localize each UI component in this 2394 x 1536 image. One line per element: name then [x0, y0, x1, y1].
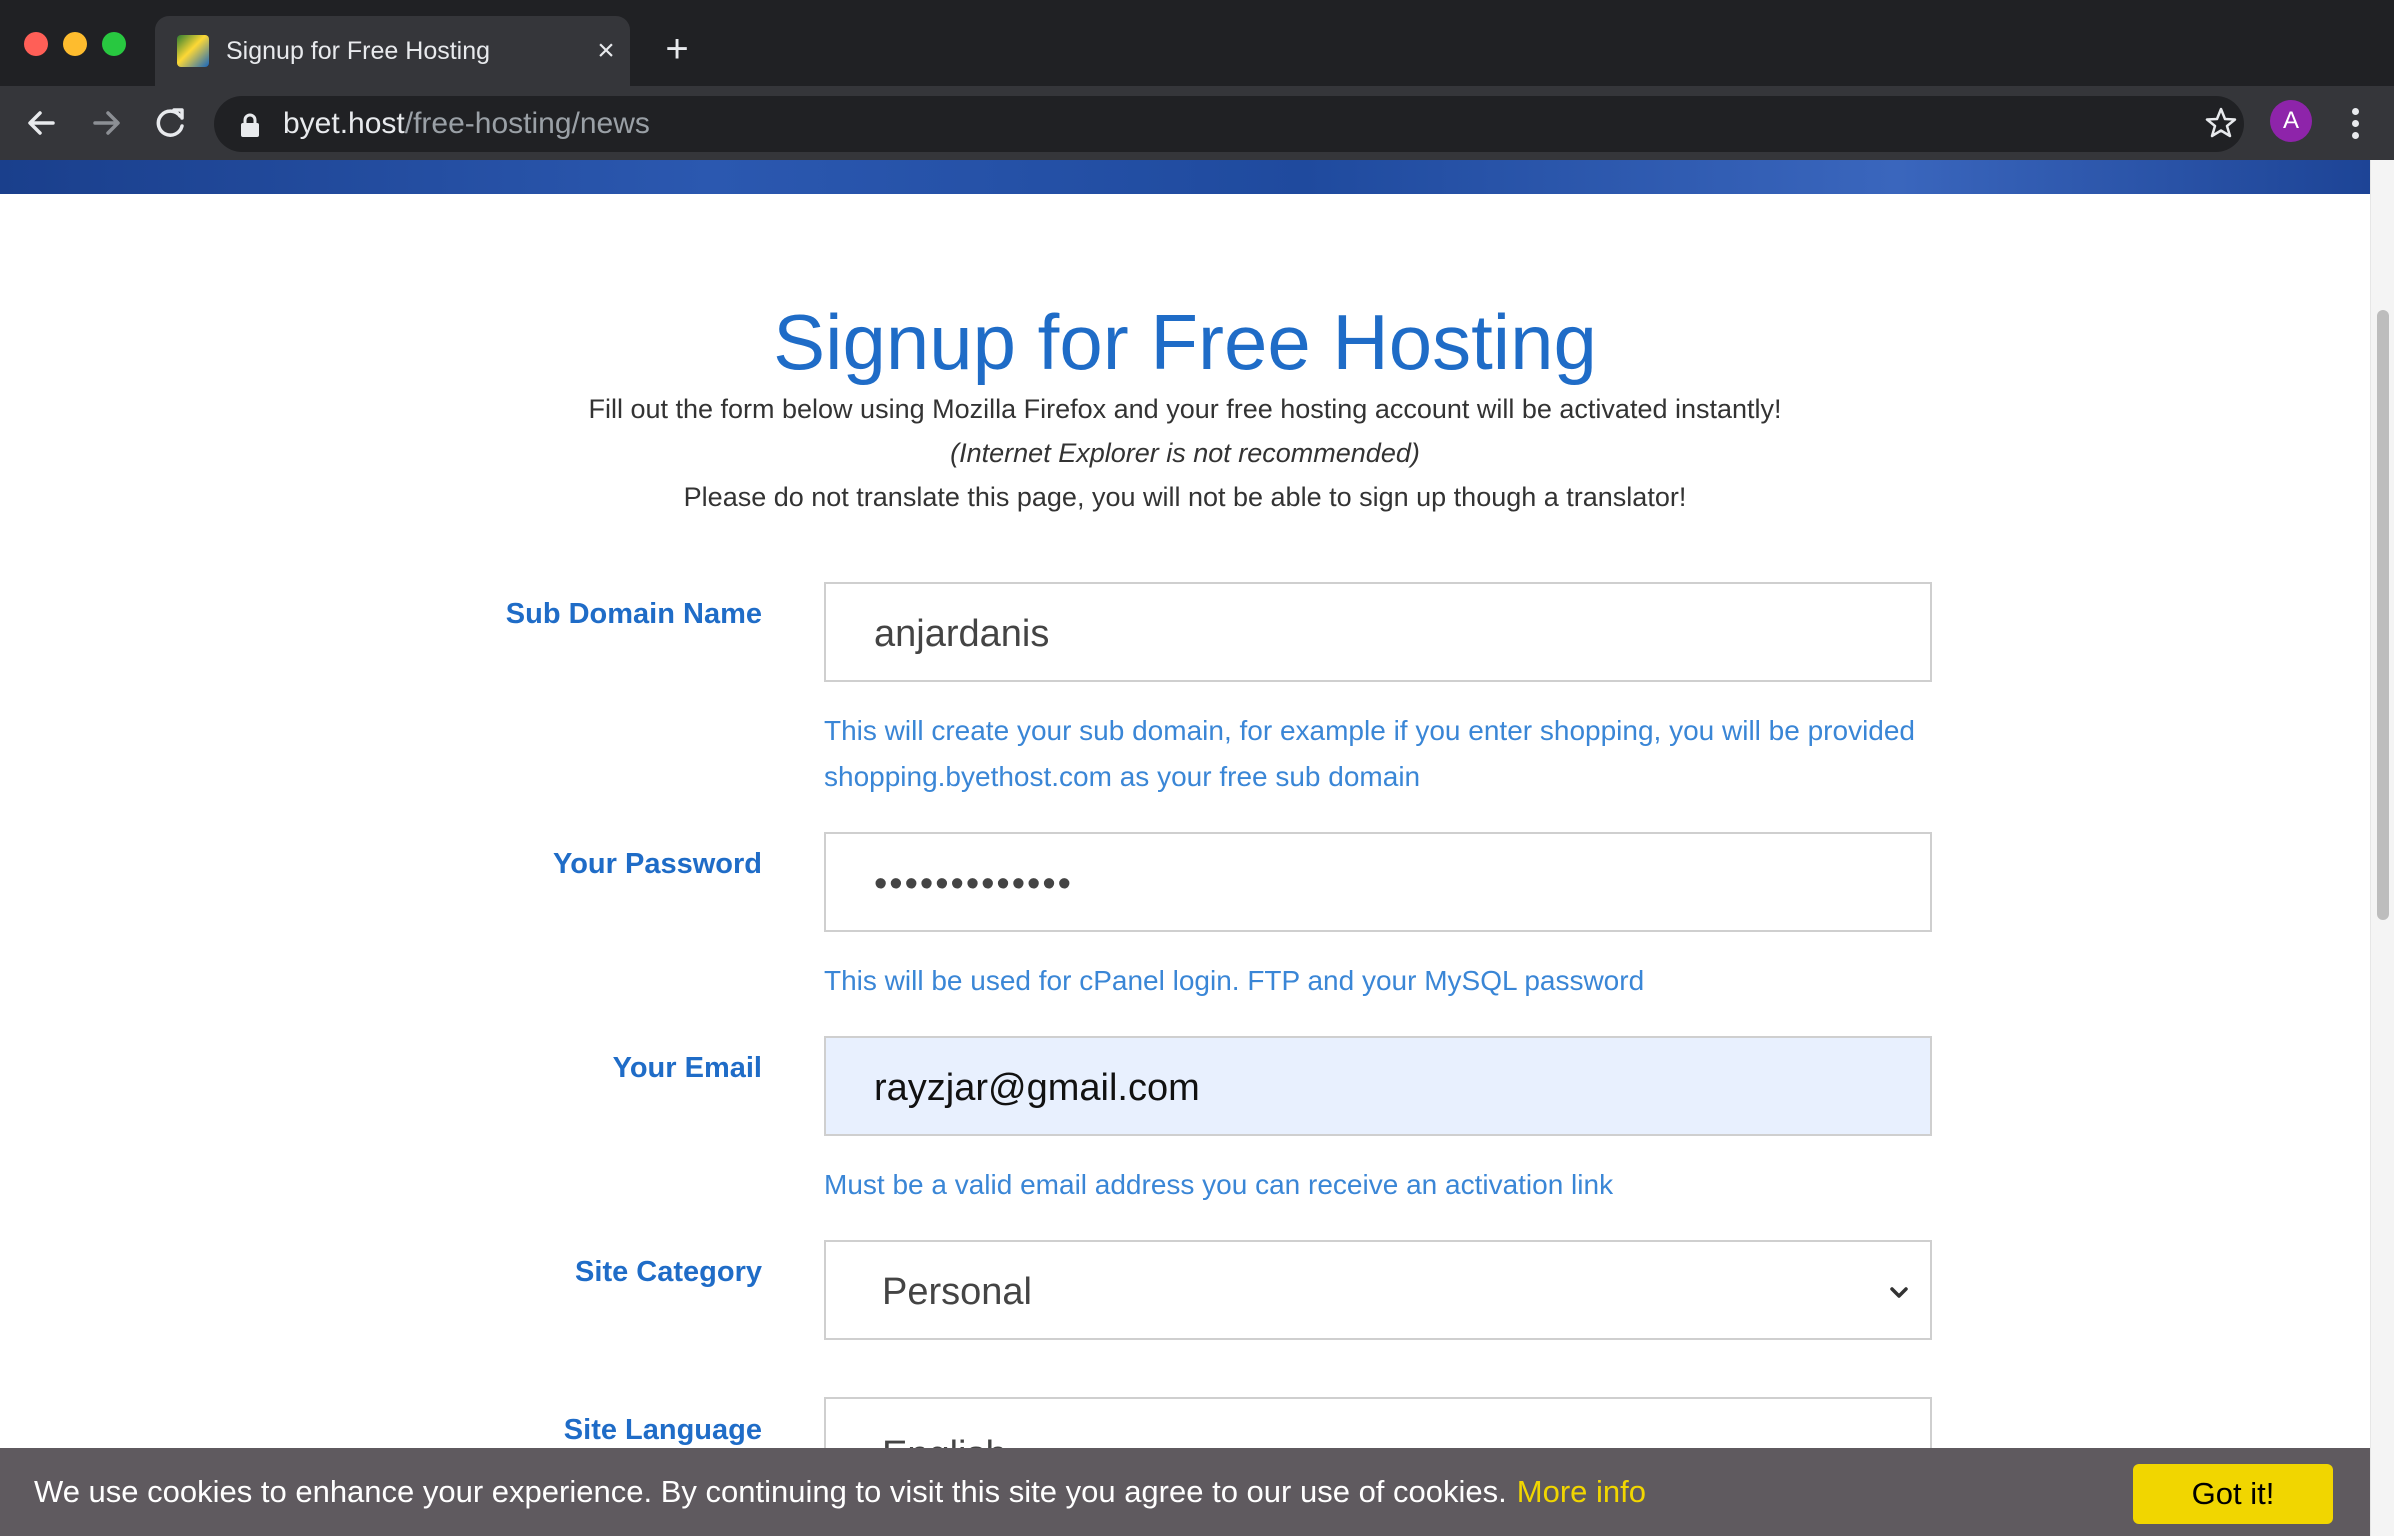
intro-text: Fill out the form below using Mozilla Fi… — [588, 394, 1782, 424]
cookie-consent-bar: We use cookies to enhance your experienc… — [0, 1448, 2370, 1536]
back-arrow-icon[interactable] — [17, 98, 67, 148]
email-hint: Must be a valid email address you can re… — [824, 1169, 1614, 1200]
tab-strip: Signup for Free Hosting × + — [0, 0, 2394, 86]
email-input[interactable]: rayzjar@gmail.com — [824, 1036, 1932, 1136]
subdomain-hint: This will create your sub domain, for ex… — [824, 715, 1916, 792]
address-bar[interactable]: byet.host/free-hosting/news — [214, 96, 2244, 152]
page-title: Signup for Free Hosting — [773, 298, 1597, 386]
tab-title: Signup for Free Hosting — [226, 37, 491, 65]
password-hint: This will be used for cPanel login. FTP … — [824, 965, 1645, 996]
more-info-link[interactable]: More info — [1517, 1474, 1646, 1509]
category-select[interactable]: Personal — [824, 1240, 1932, 1340]
category-label: Site Category — [575, 1256, 762, 1288]
favicon-icon — [177, 35, 209, 67]
lock-icon — [238, 112, 262, 138]
forward-arrow-icon[interactable] — [81, 98, 131, 148]
cookie-message: We use cookies to enhance your experienc… — [34, 1472, 1646, 1512]
chevron-down-icon — [1886, 1280, 1912, 1306]
cookie-message-text: We use cookies to enhance your experienc… — [34, 1474, 1507, 1509]
password-label: Your Password — [553, 848, 762, 880]
browser-chrome: Signup for Free Hosting × + byet.host/fr… — [0, 0, 2394, 160]
language-label: Site Language — [563, 1414, 762, 1446]
url-text: byet.host/free-hosting/news — [283, 106, 650, 142]
close-window-icon[interactable] — [24, 32, 48, 56]
header-banner — [0, 160, 2370, 194]
scrollbar-thumb[interactable] — [2377, 310, 2389, 920]
email-value: rayzjar@gmail.com — [874, 1067, 1200, 1109]
email-label: Your Email — [612, 1052, 762, 1084]
url-path: /free-hosting/news — [404, 107, 650, 140]
subdomain-value: anjardanis — [874, 613, 1050, 655]
tab-close-icon[interactable]: × — [585, 30, 627, 72]
url-host: byet.host — [283, 107, 405, 140]
password-value: ••••••••••••• — [874, 863, 1073, 905]
kebab-menu-icon[interactable] — [2340, 98, 2370, 148]
subdomain-input[interactable]: anjardanis — [824, 582, 1932, 682]
star-icon[interactable] — [2204, 106, 2238, 140]
subdomain-label: Sub Domain Name — [505, 598, 762, 630]
password-input[interactable]: ••••••••••••• — [824, 832, 1932, 932]
profile-avatar[interactable]: A — [2270, 100, 2312, 142]
browser-tab[interactable]: Signup for Free Hosting × — [155, 16, 630, 86]
minimize-window-icon[interactable] — [63, 32, 87, 56]
browser-toolbar: byet.host/free-hosting/news A — [0, 86, 2394, 160]
intro-note: (Internet Explorer is not recommended) — [950, 438, 1420, 468]
zoom-window-icon[interactable] — [102, 32, 126, 56]
category-value: Personal — [882, 1271, 1032, 1313]
got-it-button[interactable]: Got it! — [2133, 1464, 2333, 1524]
intro-warning: Please do not translate this page, you w… — [683, 482, 1687, 512]
reload-icon[interactable] — [145, 98, 195, 148]
new-tab-button[interactable]: + — [656, 28, 698, 70]
